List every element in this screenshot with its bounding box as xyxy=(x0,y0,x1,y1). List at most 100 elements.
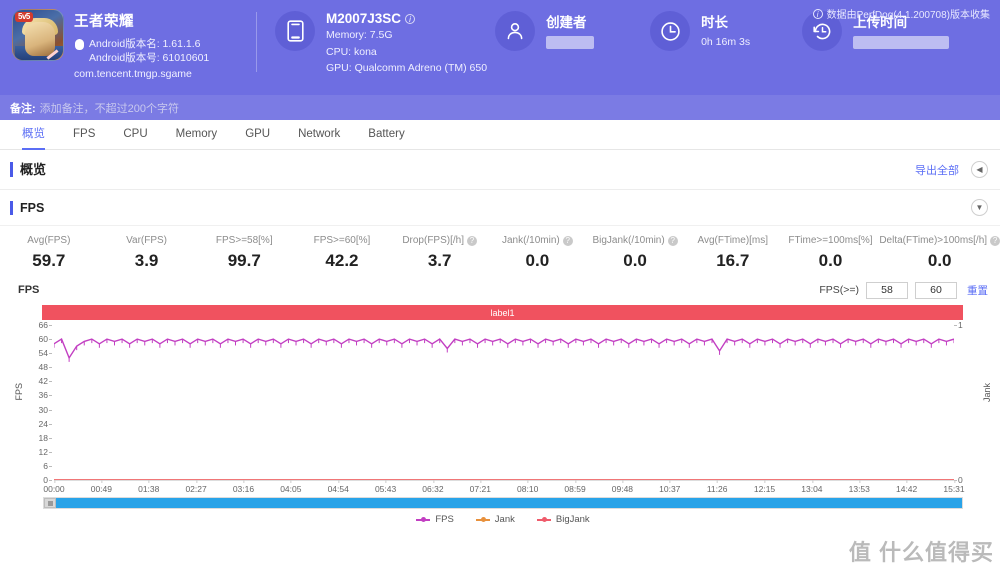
metric-7: Avg(FTime)[ms] 16.7 xyxy=(684,235,782,271)
legend-label: Jank xyxy=(494,514,515,525)
legend-marker xyxy=(536,517,551,522)
chart-legend: FPS Jank BigJank xyxy=(18,509,988,525)
remark-placeholder: 添加备注，不超过200个字符 xyxy=(39,102,180,115)
metric-value: 3.9 xyxy=(134,251,159,270)
metric-value: 99.7 xyxy=(227,251,261,270)
x-tick-label: 04:05 xyxy=(280,480,302,494)
metric-label: Avg(FPS) xyxy=(27,235,71,246)
help-icon[interactable]: ? xyxy=(667,235,678,246)
tab-fps[interactable]: FPS xyxy=(59,120,109,149)
x-tick-label: 05:43 xyxy=(374,480,397,494)
x-tick-label: 07:21 xyxy=(469,480,491,494)
duration-title: 时长 xyxy=(701,15,729,30)
legend-item[interactable]: FPS xyxy=(416,514,454,525)
metric-label: Var(FPS) xyxy=(126,235,168,246)
scrollbar-thumb[interactable] xyxy=(55,498,962,508)
metric-9: Delta(FTime)>100ms[/h]? 0.0 xyxy=(879,235,1000,271)
scrollbar-handle[interactable] xyxy=(44,498,56,508)
y2-axis-ticks: 01 xyxy=(954,320,980,485)
legend-label: FPS xyxy=(435,514,454,525)
fps-threshold-low-input[interactable] xyxy=(866,281,908,299)
metric-value: 16.7 xyxy=(716,251,750,270)
export-all-button[interactable]: 导出全部 xyxy=(915,162,959,178)
tab-bar: 概览 FPS CPU Memory GPU Network Battery xyxy=(0,120,1000,150)
metric-value: 3.7 xyxy=(427,251,452,270)
metric-value: 0.0 xyxy=(927,251,952,270)
legend-item[interactable]: BigJank xyxy=(536,514,590,525)
chart-horizontal-scrollbar[interactable] xyxy=(43,497,963,509)
reset-button[interactable]: 重置 xyxy=(967,283,988,298)
chart-label-band: label1 xyxy=(42,305,963,320)
metric-label: BigJank(/10min)? xyxy=(586,235,684,246)
metric-2: FPS>=58[%] 99.7 xyxy=(195,235,293,271)
tab-cpu[interactable]: CPU xyxy=(109,120,161,149)
chevron-left-icon[interactable]: ◀ xyxy=(971,161,988,178)
tab-memory[interactable]: Memory xyxy=(162,120,232,149)
device-info-icon[interactable]: i xyxy=(405,13,416,24)
y-tick-label: 36 xyxy=(38,390,53,401)
creator-value-masked xyxy=(546,36,595,49)
creator-title: 创建者 xyxy=(546,15,587,30)
metric-4: Drop(FPS)[/h]? 3.7 xyxy=(391,235,489,271)
x-tick-label: 13:53 xyxy=(848,480,870,494)
fps-panel: FPS ▼ Avg(FPS) 59.7 Var(FPS) 3.9 FPS>=58[%] 9… xyxy=(0,190,1000,525)
chart-axis-name: FPS xyxy=(18,284,40,296)
tab-overview[interactable]: 概览 xyxy=(8,120,59,150)
tab-battery[interactable]: Battery xyxy=(354,120,418,149)
y-tick-label: 30 xyxy=(38,404,53,415)
tab-gpu[interactable]: GPU xyxy=(231,120,284,149)
game-info-block: 5v5 王者荣耀 Android版本名: 1.61.1.6 Android版本号… xyxy=(0,0,250,80)
overview-section-bar: 概览 导出全部 ◀ xyxy=(0,150,1000,190)
y2-tick-label: 1 xyxy=(954,320,963,330)
fps-panel-title: FPS xyxy=(10,200,44,215)
x-tick-label: 00:00 xyxy=(43,480,65,494)
y2-axis-title: Jank xyxy=(982,383,992,403)
legend-item[interactable]: Jank xyxy=(475,514,515,525)
x-tick-label: 01:38 xyxy=(138,480,160,494)
game-app-icon: 5v5 xyxy=(12,9,64,61)
user-icon xyxy=(495,11,536,51)
metric-label: FTime>=100ms[%] xyxy=(788,235,873,246)
metric-value: 0.0 xyxy=(623,251,647,270)
fps-metrics-row: Avg(FPS) 59.7 Var(FPS) 3.9 FPS>=58[%] 99.7 FPS… xyxy=(0,226,1000,277)
duration-block: 时长 0h 16m 3s xyxy=(650,0,750,76)
metric-0: Avg(FPS) 59.7 xyxy=(0,235,98,271)
y-tick-label: 54 xyxy=(38,348,53,359)
device-info-block: M2007J3SC i Memory: 7.5G CPU: kona GPU: … xyxy=(275,0,487,76)
x-tick-label: 08:10 xyxy=(517,480,539,494)
device-model: M2007J3SC xyxy=(326,11,402,26)
metric-label: Jank(/10min)? xyxy=(489,235,587,246)
y-tick-label: 60 xyxy=(38,334,53,345)
x-tick-label: 12:15 xyxy=(753,480,776,494)
device-gpu: GPU: Qualcomm Adreno (TM) 650 xyxy=(326,62,488,74)
legend-marker xyxy=(475,517,490,522)
fps-threshold-label: FPS(>=) xyxy=(819,284,859,296)
metric-value: 59.7 xyxy=(32,251,66,270)
metric-8: FTime>=100ms[%] 0.0 xyxy=(782,235,880,271)
clock-icon xyxy=(650,11,691,51)
fps-threshold-high-input[interactable] xyxy=(915,281,957,299)
perfdog-version-note: i 数据由PerfDog(4.1.200708)版本收集 xyxy=(812,6,990,21)
x-tick-label: 09:48 xyxy=(611,480,634,494)
creator-block: 创建者 xyxy=(495,0,595,76)
legend-label: BigJank xyxy=(555,514,590,525)
x-tick-label: 02:27 xyxy=(185,480,207,494)
x-tick-label: 15:31 xyxy=(943,480,965,494)
android-icon xyxy=(74,39,85,51)
x-axis-ticks: 00:00 00:49 01:38 02:27 03:16 04:05 04:54 05:43… xyxy=(43,480,965,496)
help-icon[interactable]: ? xyxy=(990,235,1000,246)
metric-label: Delta(FTime)>100ms[/h]? xyxy=(879,235,1000,246)
help-icon[interactable]: ? xyxy=(467,235,477,246)
metric-3: FPS>=60[%] 42.2 xyxy=(293,235,391,271)
x-tick-label: 00:49 xyxy=(90,480,112,494)
y-axis-ticks: 0 6 12 18 24 30 36 42 48 54 60 66 xyxy=(26,320,53,485)
remark-bar[interactable]: 备注: 添加备注，不超过200个字符 xyxy=(0,95,1000,120)
help-icon[interactable]: ? xyxy=(562,235,573,246)
page-header: i 数据由PerfDog(4.1.200708)版本收集 5v5 王者荣耀 An… xyxy=(0,0,1000,120)
plot-area[interactable]: FPS Jank 0 6 12 18 24 30 36 42 48 54 60 66 01 xyxy=(14,320,992,485)
legend-marker xyxy=(416,517,431,522)
x-tick-label: 08:59 xyxy=(564,480,586,494)
tab-network[interactable]: Network xyxy=(284,120,354,149)
chevron-down-icon[interactable]: ▼ xyxy=(971,199,988,216)
watermark: 值 什么值得买 xyxy=(848,540,994,565)
